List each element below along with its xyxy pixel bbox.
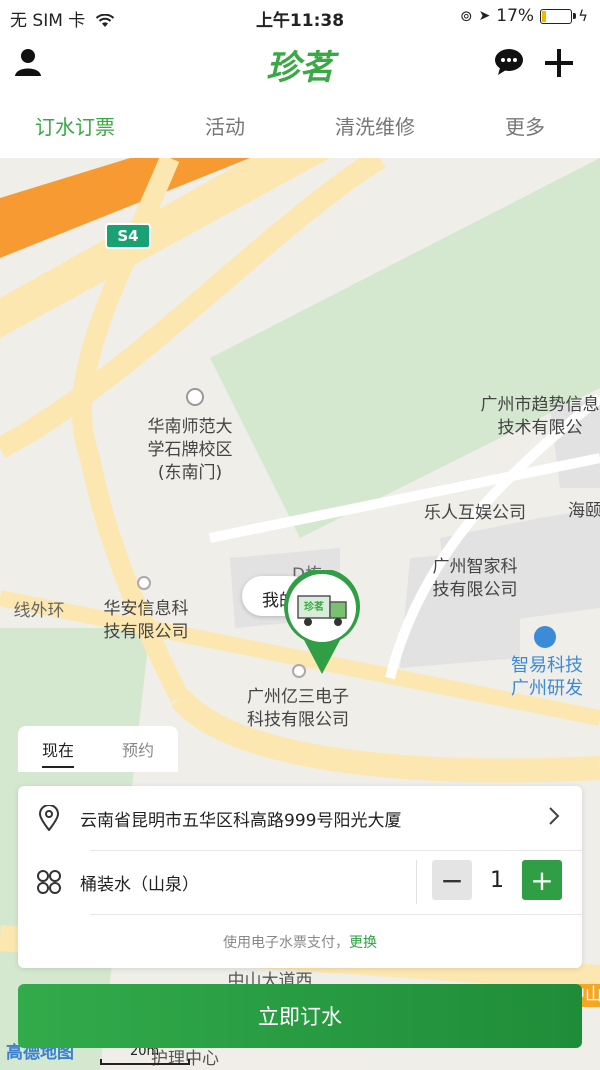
product-grid-icon [18, 869, 80, 895]
quantity-value: 1 [490, 867, 504, 893]
location-arrow-icon: ➤ [478, 8, 491, 24]
marker-logo: 珍茗 [304, 602, 324, 613]
order-card: 云南省昆明市五华区科高路999号阳光大厦 桶装水（山泉） − 1 + 使用电子水… [18, 786, 582, 968]
quantity-stepper: − 1 + [432, 860, 562, 900]
tab-order-water[interactable]: 订水订票 [0, 96, 150, 158]
mode-now-tab[interactable]: 现在 [18, 737, 98, 768]
increase-button[interactable]: + [522, 860, 562, 900]
tab-more[interactable]: 更多 [450, 96, 600, 158]
tab-activities[interactable]: 活动 [150, 96, 300, 158]
battery-icon [540, 8, 577, 24]
mode-reserve-tab[interactable]: 预约 [98, 737, 178, 761]
road-label-ring: 线外环 [13, 601, 65, 621]
order-water-button[interactable]: 立即订水 [18, 984, 582, 1048]
divider [416, 860, 417, 904]
poi-location-icon [534, 626, 556, 648]
product-name: 桶装水（山泉） [80, 874, 199, 895]
delivery-truck-marker[interactable]: 珍茗 [282, 568, 362, 676]
poi-dot-icon [137, 576, 151, 590]
tab-cleaning-repair[interactable]: 清洗维修 [300, 96, 450, 158]
poi-zhijia[interactable]: 广州智家科 技有限公司 [410, 556, 540, 602]
orientation-lock-icon: ⊚ [459, 7, 473, 25]
poi-huaan[interactable]: 华安信息科 技有限公司 [86, 598, 206, 644]
plus-icon[interactable] [544, 48, 574, 82]
location-pin-icon [18, 805, 80, 831]
poi-yisan[interactable]: 广州亿三电子 科技有限公司 [228, 686, 368, 732]
address-row[interactable]: 云南省昆明市五华区科高路999号阳光大厦 [18, 786, 582, 850]
status-bar: 无 SIM 卡 上午11:38 ⊚ ➤ 17% ϟ [0, 0, 600, 32]
poi-dot-icon [186, 388, 204, 406]
decrease-button[interactable]: − [432, 860, 472, 900]
poi-lerenhuyu[interactable]: 乐人互娱公司 [410, 502, 540, 525]
change-payment-link[interactable]: 更换 [349, 935, 377, 951]
delivery-address: 云南省昆明市五华区科高路999号阳光大厦 [80, 810, 402, 831]
time-mode-switch: 现在 预约 [18, 726, 178, 772]
chat-bubble-icon[interactable] [494, 48, 524, 80]
app-header: 珍茗 [0, 32, 600, 94]
payment-note: 使用电子水票支付，更换 [223, 935, 377, 951]
poi-trend-tech[interactable]: 广州市趋势信息 技术有限公 [470, 394, 600, 440]
poi-scnu[interactable]: 华南师范大 学石牌校区 (东南门) [130, 416, 250, 485]
poi-haiyi[interactable]: 海颐 [560, 500, 600, 523]
top-tabs: 订水订票 活动 清洗维修 更多 [0, 96, 600, 158]
charging-icon: ϟ [578, 7, 588, 25]
road-badge-s4: S4 [117, 227, 139, 245]
battery-percent: 17% [496, 6, 535, 26]
status-right: ⊚ ➤ 17% ϟ [460, 6, 588, 26]
divider [90, 914, 582, 915]
chevron-right-icon [548, 806, 560, 830]
poi-zhiyi[interactable]: 智易科技 广州研发 [492, 654, 600, 700]
